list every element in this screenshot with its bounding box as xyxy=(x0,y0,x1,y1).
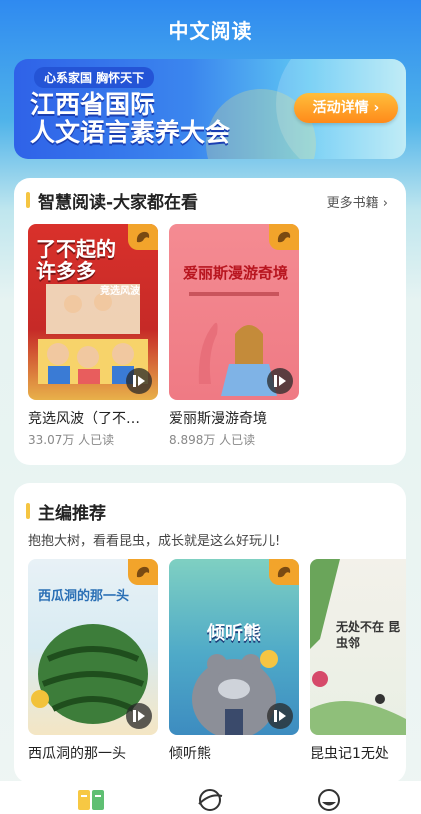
profile-icon xyxy=(318,789,340,811)
section-title: 智慧阅读-大家都在看 xyxy=(38,192,199,213)
book-title: 昆虫记1无处 xyxy=(310,746,389,762)
read-count: 33.07万 人已读 xyxy=(28,433,115,447)
badge-corner xyxy=(269,224,299,250)
top-bar: 中文阅读 xyxy=(0,0,421,58)
banner-headline: 江西省国际 人文语言素养大会 xyxy=(30,91,290,147)
squirrel-icon xyxy=(277,231,291,243)
editor-picks-section: 主编推荐 抱抱大树，看看昆虫，成长就是这么好玩儿! 西瓜洞的那一头 西瓜洞的那一… xyxy=(14,483,406,783)
tab-reading[interactable] xyxy=(76,787,106,813)
read-count: 8.898万 人已读 xyxy=(169,433,256,447)
tab-profile[interactable] xyxy=(314,787,344,813)
audio-play-icon[interactable] xyxy=(267,703,293,729)
squirrel-icon xyxy=(136,231,150,243)
section-header: 主编推荐 xyxy=(26,499,106,524)
cover-title: 了不起的许多多 xyxy=(36,237,116,283)
banner-slogan: 心系家国 胸怀天下 xyxy=(34,67,155,88)
event-details-button[interactable]: 活动详情 › xyxy=(294,93,398,123)
section-accent-bar xyxy=(26,192,30,208)
cover-subtitle: 竞选风波 xyxy=(100,286,140,297)
section-accent-bar xyxy=(26,503,30,519)
audio-play-icon[interactable] xyxy=(267,368,293,394)
badge-corner xyxy=(128,224,158,250)
squirrel-icon xyxy=(277,566,291,578)
banner-headline-line2: 人文语言素养大会 xyxy=(30,118,231,147)
cover-title: 无处不在 昆虫邻 xyxy=(336,620,401,650)
audio-play-icon[interactable] xyxy=(126,703,152,729)
book-cover[interactable]: 了不起的许多多 竞选风波 xyxy=(28,224,158,400)
book-item[interactable]: 倾听熊 倾听熊 xyxy=(169,559,299,763)
badge-corner xyxy=(128,559,158,585)
explore-icon xyxy=(198,789,223,811)
badge-corner xyxy=(269,559,299,585)
book-item[interactable]: 爱丽斯漫游奇境 爱丽斯漫游奇境 8.898万 人已读 xyxy=(169,224,299,448)
squirrel-icon xyxy=(136,566,150,578)
cover-title: 倾听熊 xyxy=(207,623,261,644)
book-item[interactable]: 西瓜洞的那一头 西瓜洞的那一头 xyxy=(28,559,158,763)
book-title: 爱丽斯漫游奇境 xyxy=(169,411,267,427)
page-title: 中文阅读 xyxy=(168,19,253,43)
tab-explore[interactable] xyxy=(195,787,225,813)
audio-play-icon[interactable] xyxy=(126,368,152,394)
cover-title: 爱丽斯漫游奇境 xyxy=(183,264,289,282)
book-cover[interactable]: 西瓜洞的那一头 xyxy=(28,559,158,735)
section-subtitle: 抱抱大树，看看昆虫，成长就是这么好玩儿! xyxy=(28,534,281,549)
book-icon xyxy=(78,790,104,810)
section-title: 主编推荐 xyxy=(38,503,106,524)
banner-headline-line1: 江西省国际 xyxy=(30,90,156,119)
cover-title: 西瓜洞的那一头 xyxy=(38,589,130,604)
book-cover[interactable]: 爱丽斯漫游奇境 xyxy=(169,224,299,400)
event-banner[interactable]: 心系家国 胸怀天下 江西省国际 人文语言素养大会 活动详情 › xyxy=(14,59,406,159)
section-header: 智慧阅读-大家都在看 xyxy=(26,188,199,213)
popular-books-section: 智慧阅读-大家都在看 更多书籍 › 了不起的许多多 竞选风波 竞选风波（了不… … xyxy=(14,178,406,465)
book-item[interactable]: 无处不在 昆虫邻 昆虫记1无处 xyxy=(310,559,406,763)
more-books-link[interactable]: 更多书籍 › xyxy=(327,192,388,211)
book-cover[interactable]: 无处不在 昆虫邻 xyxy=(310,559,406,735)
book-title: 西瓜洞的那一头 xyxy=(28,746,126,762)
book-cover[interactable]: 倾听熊 xyxy=(169,559,299,735)
bottom-tab-bar xyxy=(0,781,421,814)
book-item[interactable]: 了不起的许多多 竞选风波 竞选风波（了不… 33.07万 人已读 xyxy=(28,224,158,448)
book-title: 倾听熊 xyxy=(169,746,211,762)
book-title: 竞选风波（了不… xyxy=(28,411,140,427)
